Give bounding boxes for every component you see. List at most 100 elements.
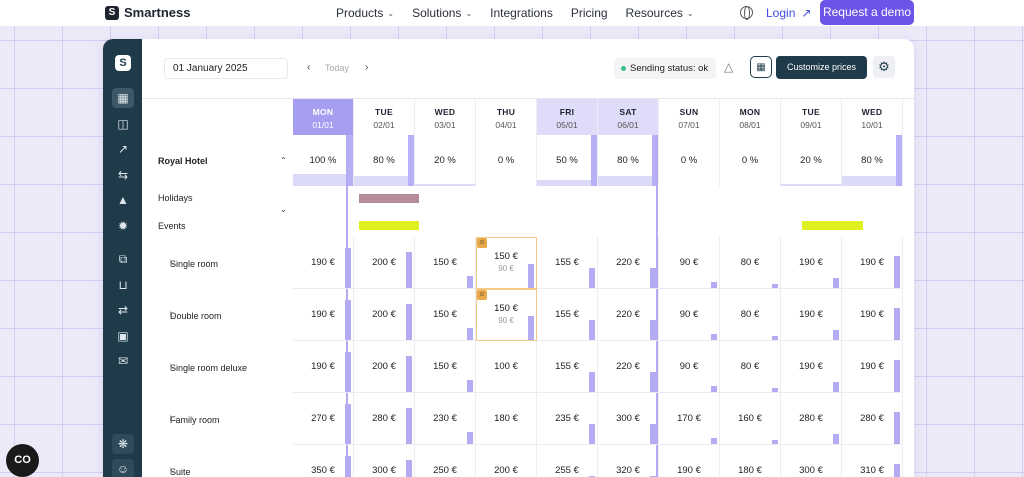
occupancy-cell[interactable]: 100 %: [293, 135, 354, 186]
event-marker[interactable]: [359, 221, 419, 230]
price-cell[interactable]: 190 €: [781, 237, 842, 289]
price-cell[interactable]: 220 €: [598, 289, 659, 341]
price-cell[interactable]: 190 €: [842, 237, 903, 289]
price-cell[interactable]: 80 €: [720, 289, 781, 341]
price-cell[interactable]: 155 €: [537, 341, 598, 393]
building-icon[interactable]: ▲: [112, 190, 134, 210]
price-cell[interactable]: 280 €: [354, 393, 415, 445]
day-header[interactable]: WED 10/01: [842, 99, 903, 135]
price-cell[interactable]: 180 €: [720, 445, 781, 477]
price-cell[interactable]: 190 €: [293, 289, 354, 341]
price-cell[interactable]: 90 €: [659, 237, 720, 289]
price-cell[interactable]: 200 €: [476, 445, 537, 477]
request-demo-button[interactable]: Request a demo: [820, 0, 914, 25]
nav-link-pricing[interactable]: Pricing: [571, 6, 608, 20]
price-cell[interactable]: 250 €: [415, 445, 476, 477]
day-header[interactable]: MON 08/01: [720, 99, 781, 135]
cookie-consent-button[interactable]: CO: [6, 444, 39, 477]
settings-button[interactable]: ⚙: [873, 56, 895, 78]
price-cell[interactable]: 190 €: [293, 341, 354, 393]
price-cell[interactable]: 100 €: [476, 341, 537, 393]
contact-card-icon[interactable]: ▣: [112, 326, 134, 346]
prev-arrow-icon[interactable]: ‹: [307, 62, 310, 73]
price-cell[interactable]: 270 €: [293, 393, 354, 445]
nav-link-resources[interactable]: Resources ⌄: [626, 6, 694, 20]
price-cell[interactable]: 350 €: [293, 445, 354, 477]
price-cell[interactable]: 150 €: [415, 237, 476, 289]
price-cell[interactable]: 190 €: [659, 445, 720, 477]
price-cell[interactable]: 155 €: [537, 289, 598, 341]
price-cell[interactable]: 310 €: [842, 445, 903, 477]
price-cell[interactable]: 220 €: [598, 341, 659, 393]
sliders-icon[interactable]: ⇆: [112, 165, 134, 185]
repeat-icon[interactable]: ⇄: [112, 300, 134, 320]
calendar-icon[interactable]: ▦: [112, 88, 134, 108]
day-header[interactable]: FRI 05/01: [537, 99, 598, 135]
price-cell[interactable]: 190 €: [842, 289, 903, 341]
event-marker[interactable]: [802, 221, 863, 230]
price-cell[interactable]: 300 €: [354, 445, 415, 477]
layout-icon[interactable]: ◫: [112, 114, 134, 134]
price-cell[interactable]: 255 €: [537, 445, 598, 477]
nav-link-integrations[interactable]: Integrations: [490, 6, 553, 20]
price-cell[interactable]: 320 €: [598, 445, 659, 477]
mail-icon[interactable]: ✉: [112, 351, 134, 371]
occupancy-cell[interactable]: 80 %: [598, 135, 659, 186]
price-cell[interactable]: 150 €: [415, 289, 476, 341]
holiday-marker[interactable]: [359, 194, 419, 203]
occupancy-cell[interactable]: 80 %: [842, 135, 903, 186]
login-link[interactable]: Login ↗: [766, 6, 811, 20]
price-cell[interactable]: 220 €: [598, 237, 659, 289]
brand[interactable]: S Smartness: [105, 5, 190, 20]
date-picker-input[interactable]: 01 January 2025: [164, 58, 288, 79]
price-cell[interactable]: 190 €: [842, 341, 903, 393]
chart-line-icon[interactable]: ↗: [112, 139, 134, 159]
day-header[interactable]: TUE 09/01: [781, 99, 842, 135]
app-logo-icon[interactable]: S: [115, 55, 131, 71]
nav-link-products[interactable]: Products ⌄: [336, 6, 394, 20]
price-cell[interactable]: 190 €: [781, 341, 842, 393]
occupancy-cell[interactable]: 0 %: [720, 135, 781, 186]
price-cell[interactable]: ☺ 150 € 90 €: [476, 237, 537, 289]
occupancy-cell[interactable]: 0 %: [659, 135, 720, 186]
price-cell[interactable]: 160 €: [720, 393, 781, 445]
price-cell[interactable]: 200 €: [354, 237, 415, 289]
copy-icon[interactable]: ⧉: [112, 249, 134, 269]
settings-cog-icon[interactable]: ✹: [112, 216, 134, 236]
customize-prices-button[interactable]: Customize prices: [776, 56, 867, 79]
price-cell[interactable]: 230 €: [415, 393, 476, 445]
price-cell[interactable]: 150 €: [415, 341, 476, 393]
nav-link-solutions[interactable]: Solutions ⌄: [412, 6, 472, 20]
price-cell[interactable]: 90 €: [659, 341, 720, 393]
price-cell[interactable]: 300 €: [781, 445, 842, 477]
price-cell[interactable]: 280 €: [842, 393, 903, 445]
price-cell[interactable]: 200 €: [354, 289, 415, 341]
price-cell[interactable]: ☺ 150 € 90 €: [476, 289, 537, 341]
price-cell[interactable]: 80 €: [720, 237, 781, 289]
price-cell[interactable]: 170 €: [659, 393, 720, 445]
calculator-button[interactable]: ▦: [750, 56, 772, 78]
day-header[interactable]: SAT 06/01: [598, 99, 659, 135]
user-icon[interactable]: ☺: [112, 459, 134, 477]
graduation-cap-icon[interactable]: △: [724, 60, 733, 74]
occupancy-cell[interactable]: 20 %: [781, 135, 842, 186]
day-header[interactable]: THU 04/01: [476, 99, 537, 135]
day-header[interactable]: TUE 02/01: [354, 99, 415, 135]
today-button[interactable]: Today: [325, 63, 349, 73]
day-header[interactable]: WED 03/01: [415, 99, 476, 135]
price-cell[interactable]: 155 €: [537, 237, 598, 289]
occupancy-cell[interactable]: 80 %: [354, 135, 415, 186]
globe-icon[interactable]: [740, 6, 753, 20]
expand-chevron-icon[interactable]: ⌄: [280, 205, 287, 214]
occupancy-cell[interactable]: 50 %: [537, 135, 598, 186]
collapse-chevron-icon[interactable]: ⌃: [280, 156, 287, 165]
price-cell[interactable]: 235 €: [537, 393, 598, 445]
cart-icon[interactable]: ⊔: [112, 275, 134, 295]
day-header[interactable]: MON 01/01: [293, 99, 354, 135]
support-icon[interactable]: ❋: [112, 434, 134, 454]
day-header[interactable]: SUN 07/01: [659, 99, 720, 135]
price-cell[interactable]: 190 €: [293, 237, 354, 289]
price-cell[interactable]: 190 €: [781, 289, 842, 341]
price-cell[interactable]: 180 €: [476, 393, 537, 445]
occupancy-cell[interactable]: 20 %: [415, 135, 476, 186]
